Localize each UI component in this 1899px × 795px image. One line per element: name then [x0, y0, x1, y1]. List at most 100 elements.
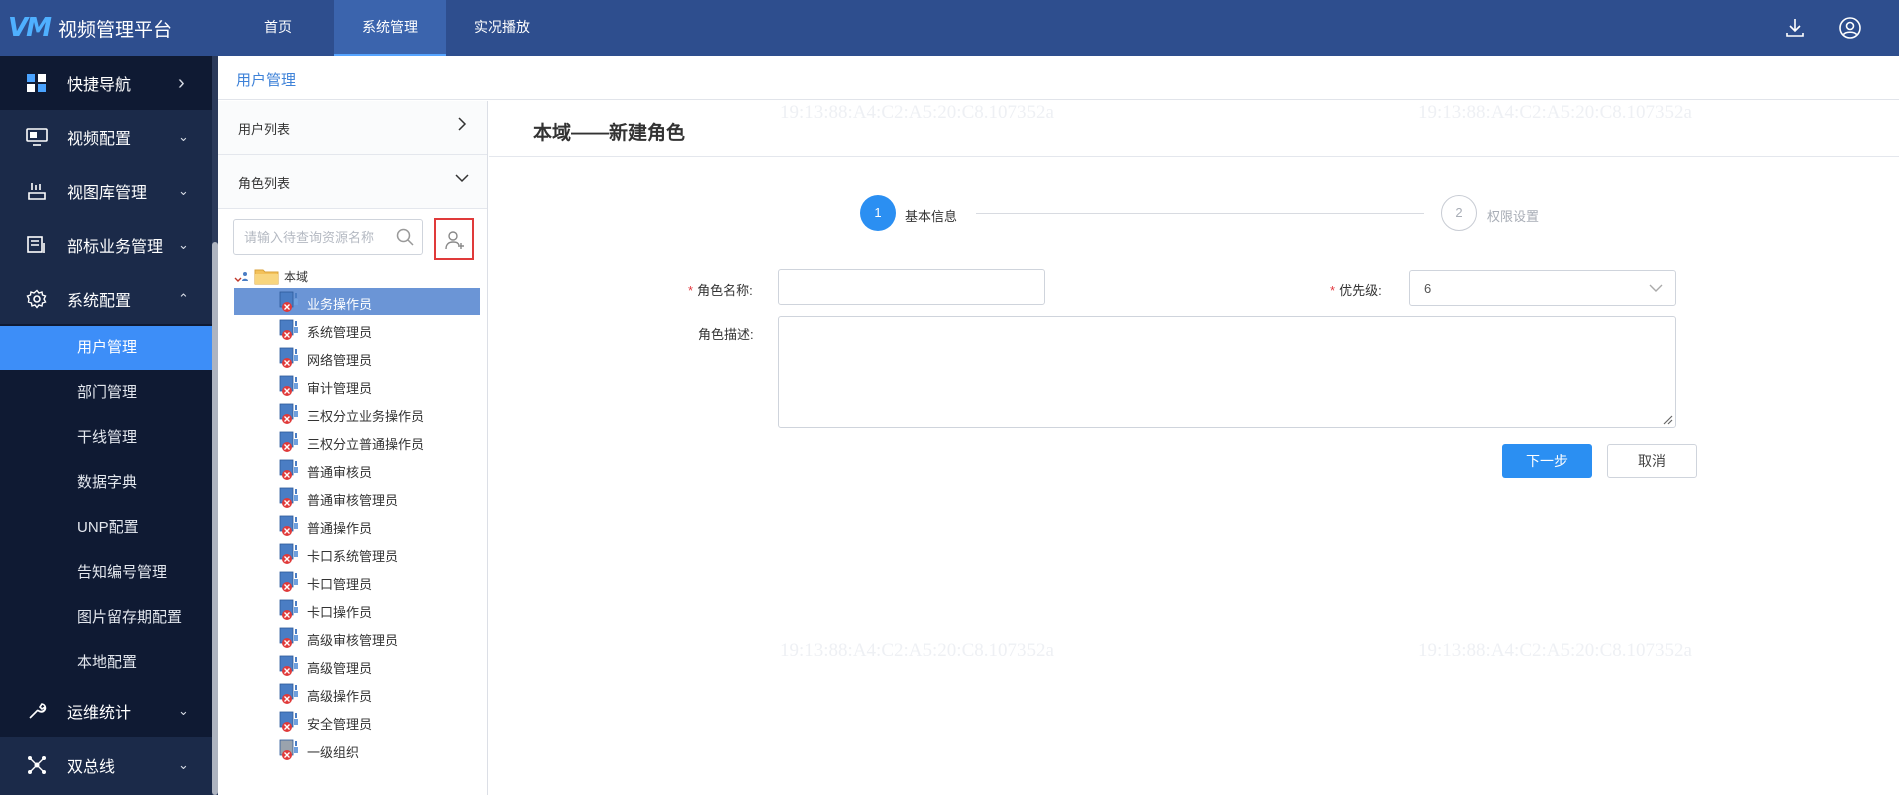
role-tree-item[interactable]: 高级管理员 — [234, 652, 480, 679]
sidebar-item-trunk-management[interactable]: 干线管理 — [0, 416, 212, 460]
tree-root-node[interactable]: 本域 — [232, 265, 308, 287]
description-field — [778, 316, 1676, 428]
description-textarea[interactable] — [779, 317, 1675, 427]
role-tree-item-label: 普通审核管理员 — [307, 493, 399, 508]
role-tree-item[interactable]: 三权分立普通操作员 — [234, 428, 480, 455]
user-account-icon[interactable] — [1838, 16, 1862, 40]
page-title: 本域——新建角色 — [533, 123, 686, 144]
role-name-field — [778, 269, 1045, 305]
role-tree-item[interactable]: 三权分立业务操作员 — [234, 400, 480, 427]
sidebar-group-label: 视图库管理 — [67, 185, 148, 202]
role-disabled-icon — [278, 318, 302, 342]
role-tree-item-label: 卡口管理员 — [307, 577, 373, 592]
wrench-icon — [26, 701, 48, 721]
role-tree-item[interactable]: 业务操作员 — [234, 288, 480, 315]
logo-mark: VM — [8, 13, 52, 43]
sidebar-item-local-config[interactable]: 本地配置 — [0, 641, 212, 685]
role-tree-item[interactable]: 高级操作员 — [234, 680, 480, 707]
chevron-up-icon: ⌃ — [178, 291, 189, 306]
sidebar-item-user-management[interactable]: 用户管理 — [0, 326, 212, 370]
chevron-down-icon — [1649, 284, 1663, 292]
role-tree-item[interactable]: 卡口操作员 — [234, 596, 480, 623]
role-tree-item[interactable]: 普通审核员 — [234, 456, 480, 483]
role-tree-item[interactable]: 普通操作员 — [234, 512, 480, 539]
priority-select[interactable]: 6 — [1409, 270, 1676, 306]
role-tree-item[interactable]: 系统管理员 — [234, 316, 480, 343]
sidebar-group-ops-stats[interactable]: 运维统计 ⌄ — [0, 684, 212, 738]
role-search-input[interactable] — [234, 220, 384, 254]
role-tree-item-label: 高级操作员 — [307, 689, 373, 704]
sidebar-group-label: 双总线 — [67, 759, 116, 776]
role-tree-item-label: 三权分立普通操作员 — [307, 437, 425, 452]
watermark-text: 19:13:88:A4:C2:A5:20:C8.107352a — [1418, 640, 1692, 661]
add-role-button[interactable] — [434, 218, 474, 260]
sidebar-group-view-library[interactable]: 视图库管理 ⌄ — [0, 164, 212, 218]
role-tree-item-label: 普通审核员 — [307, 465, 373, 480]
step-2-circle: 2 — [1441, 195, 1477, 231]
role-disabled-icon — [278, 598, 302, 622]
sidebar-group-video-config[interactable]: 视频配置 ⌄ — [0, 110, 212, 164]
step-1-label: 基本信息 — [905, 209, 958, 224]
role-tree-item-label: 系统管理员 — [307, 325, 373, 340]
sidebar-group-system-config[interactable]: 系统配置 ⌃ — [0, 272, 212, 326]
role-disabled-icon — [278, 626, 302, 650]
resize-handle-icon[interactable] — [1661, 413, 1673, 425]
role-disabled-icon — [278, 430, 302, 454]
sidebar-group-label: 部标业务管理 — [67, 239, 164, 256]
role-tree-item-label: 普通操作员 — [307, 521, 373, 536]
folder-icon — [254, 266, 280, 286]
sidebar-group-quick-nav[interactable]: 快捷导航 › — [0, 56, 212, 110]
sidebar-group-dual-bus[interactable]: 双总线 ⌄ — [0, 738, 212, 792]
priority-label: * 优先级: — [1330, 283, 1382, 298]
role-disabled-icon — [278, 570, 302, 594]
role-list-label: 角色列表 — [238, 176, 291, 191]
role-disabled-icon — [278, 710, 302, 734]
role-tree-item[interactable]: 安全管理员 — [234, 708, 480, 735]
breadcrumb-user-management[interactable]: 用户管理 — [236, 69, 296, 90]
server-icon — [26, 235, 48, 255]
search-icon[interactable] — [396, 228, 414, 246]
step-connector — [976, 213, 1424, 214]
user-list-header[interactable]: 用户列表 — [218, 101, 487, 155]
role-tree-item-label: 卡口操作员 — [307, 605, 373, 620]
sidebar-item-image-retention[interactable]: 图片留存期配置 — [0, 596, 212, 640]
step-2-label: 权限设置 — [1487, 209, 1540, 224]
sidebar-group-standard-business[interactable]: 部标业务管理 ⌄ — [0, 218, 212, 272]
gear-icon — [26, 289, 48, 309]
app-logo[interactable]: VM 视频管理平台 — [8, 0, 172, 56]
topnav-live-play[interactable]: 实况播放 — [446, 0, 558, 56]
role-disabled-icon — [278, 290, 302, 314]
cancel-button[interactable]: 取消 — [1607, 444, 1697, 478]
topnav-home[interactable]: 首页 — [222, 0, 334, 56]
role-tree-item[interactable]: 卡口管理员 — [234, 568, 480, 595]
description-label: 角色描述: — [698, 327, 754, 342]
role-tree-item[interactable]: 网络管理员 — [234, 344, 480, 371]
role-disabled-icon — [278, 374, 302, 398]
role-tree-item[interactable]: 普通审核管理员 — [234, 484, 480, 511]
next-step-button[interactable]: 下一步 — [1502, 444, 1592, 478]
sidebar-item-notice-number[interactable]: 告知编号管理 — [0, 551, 212, 595]
user-list-label: 用户列表 — [238, 122, 291, 137]
priority-value: 6 — [1424, 281, 1432, 296]
app-title: 视频管理平台 — [58, 19, 173, 41]
role-tree-item-label: 三权分立业务操作员 — [307, 409, 425, 424]
topnav-system-management[interactable]: 系统管理 — [334, 0, 446, 56]
role-tree-item[interactable]: 审计管理员 — [234, 372, 480, 399]
chevron-right-icon: › — [178, 71, 185, 94]
role-list-header[interactable]: 角色列表 — [218, 155, 487, 209]
sidebar-item-department-management[interactable]: 部门管理 — [0, 371, 212, 415]
tree-expand-icon[interactable] — [232, 268, 252, 284]
sidebar-group-label: 系统配置 — [67, 293, 132, 310]
download-icon[interactable] — [1783, 16, 1807, 40]
role-disabled-icon — [278, 486, 302, 510]
role-tree-item[interactable]: 高级审核管理员 — [234, 624, 480, 651]
role-tree-panel: 用户列表 角色列表 本域 业务操作员系统管理员网络管理员审计管理员三权分立业务操… — [218, 101, 488, 795]
chevron-right-icon — [455, 117, 469, 131]
role-disabled-icon — [278, 458, 302, 482]
sidebar-item-data-dictionary[interactable]: 数据字典 — [0, 461, 212, 505]
role-tree-item[interactable]: 卡口系统管理员 — [234, 540, 480, 567]
role-tree-item[interactable]: 一级组织 — [234, 736, 480, 763]
sidebar-item-unp-config[interactable]: UNP配置 — [0, 506, 212, 550]
top-bar: VM 视频管理平台 首页 系统管理 实况播放 — [0, 0, 1899, 56]
role-name-input[interactable] — [779, 270, 1044, 304]
